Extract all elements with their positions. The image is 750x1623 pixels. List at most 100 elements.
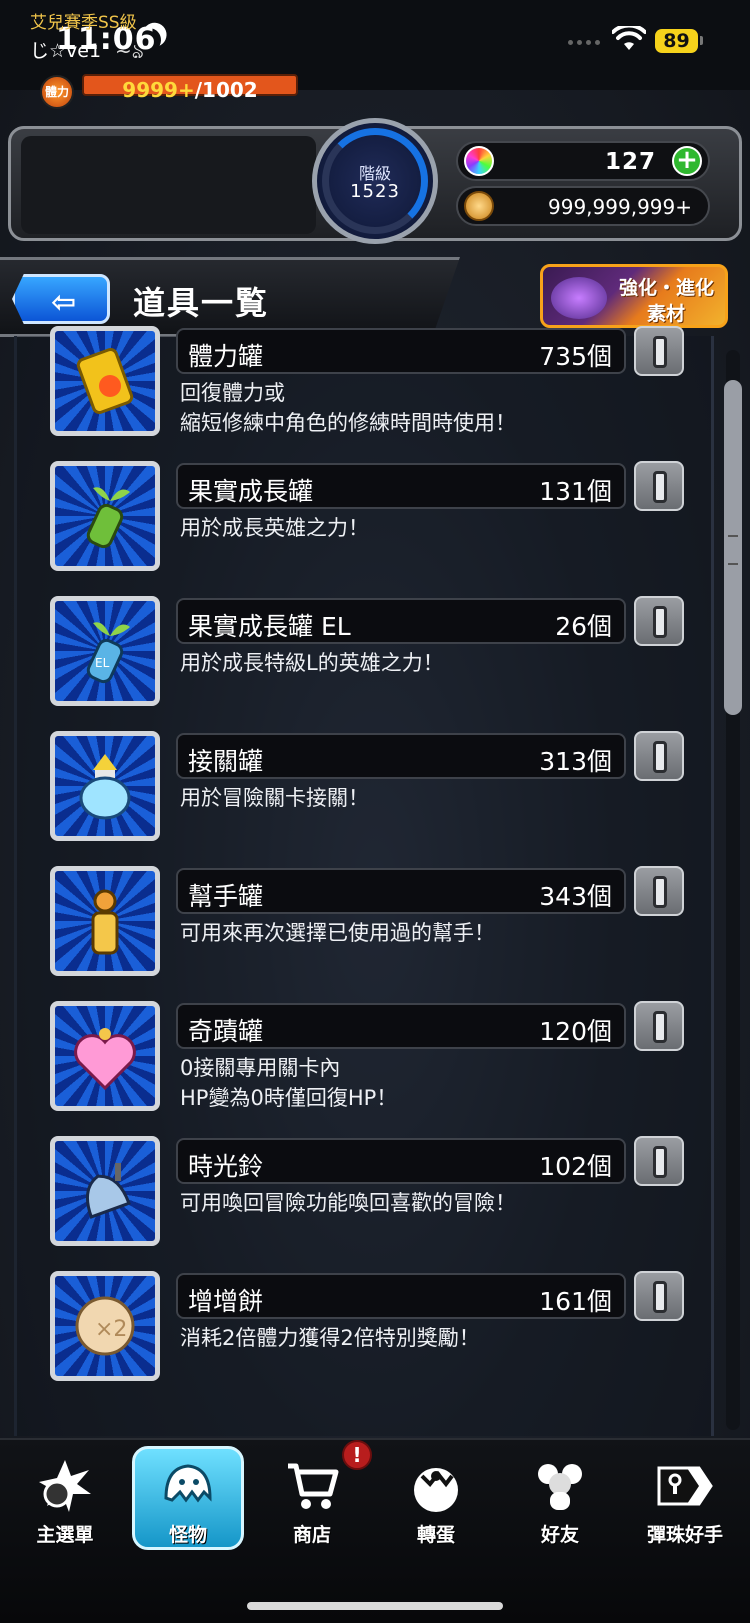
item-count: 343個 — [539, 882, 612, 911]
nav-label: 主選單 — [36, 1524, 94, 1546]
item-description: 消耗2倍體力獲得2倍特別獎勵！ — [180, 1323, 480, 1353]
info-button[interactable] — [634, 596, 684, 646]
item-count: 120個 — [539, 1017, 612, 1046]
wifi-icon — [612, 26, 646, 50]
gold-coin-icon — [464, 191, 494, 221]
nav-monster[interactable]: 怪物 — [128, 1458, 248, 1548]
item-description: 可用喚回冒險功能喚回喜歡的冒險！ — [180, 1188, 516, 1218]
info-button[interactable] — [634, 1001, 684, 1051]
double-cookie-icon: ×2 — [50, 1271, 160, 1381]
main-menu-icon — [39, 1460, 91, 1512]
fruit-growth-can-icon — [50, 461, 160, 571]
nav-label: 彈珠好手 — [646, 1524, 723, 1546]
info-button[interactable] — [634, 1136, 684, 1186]
item-name-bar: 果實成長罐 EL 26個 — [176, 598, 626, 644]
info-icon — [653, 1011, 667, 1043]
item-count: 161個 — [539, 1287, 612, 1316]
info-icon — [653, 741, 667, 773]
item-description: 回復體力或縮短修練中角色的修練時間時使用！ — [180, 378, 516, 438]
item-name: 體力罐 — [188, 342, 264, 371]
home-indicator[interactable] — [247, 1602, 503, 1610]
time-bell-icon — [50, 1136, 160, 1246]
info-button[interactable] — [634, 866, 684, 916]
item-description: 用於冒險關卡接關！ — [180, 783, 369, 813]
battery-indicator: 89 — [655, 29, 698, 53]
item-name: 幫手罐 — [188, 882, 264, 911]
nav-gacha[interactable]: 轉蛋 — [376, 1458, 496, 1548]
monster-icon — [164, 1464, 212, 1503]
item-description: 可用來再次選擇已使用過的幫手！ — [180, 918, 495, 948]
page-title: 道具一覧 — [133, 284, 270, 322]
swirl-icon: ~ঌ — [115, 39, 144, 63]
item-description: 用於成長英雄之力！ — [180, 513, 369, 543]
add-orb-button[interactable]: + — [672, 146, 702, 176]
nav-shop[interactable]: 商店 — [252, 1458, 372, 1548]
info-button[interactable] — [634, 1271, 684, 1321]
stamina-can-icon — [50, 326, 160, 436]
nav-label: 轉蛋 — [416, 1524, 455, 1546]
item-name: 時光鈴 — [188, 1152, 264, 1181]
description-line: HP變為0時僅回復HP！ — [180, 1086, 398, 1110]
description-line: 用於成長特級L的英雄之力！ — [180, 651, 444, 675]
cart-icon — [288, 1463, 339, 1509]
info-icon — [653, 336, 667, 368]
helper-can-icon — [50, 866, 160, 976]
info-button[interactable] — [634, 731, 684, 781]
orb-value: 127 — [604, 149, 656, 175]
upgrade-materials-button[interactable]: 強化・進化 素材 — [540, 264, 728, 328]
list-item[interactable]: 接關罐 313個 用於冒險關卡接關！ — [50, 731, 690, 861]
item-name-bar: 時光鈴 102個 — [176, 1138, 626, 1184]
description-line: 可用來再次選擇已使用過的幫手！ — [180, 921, 495, 945]
item-description: 用於成長特級L的英雄之力！ — [180, 648, 444, 678]
signal-icon — [568, 40, 600, 45]
list-item[interactable]: EL 果實成長罐 EL 26個 用於成長特級L的英雄之力！ — [50, 596, 690, 726]
description-line: 回復體力或 — [180, 381, 285, 405]
gacha-egg-icon — [414, 1468, 458, 1512]
description-line: 縮短修練中角色的修練時間時使用！ — [180, 411, 516, 435]
back-arrow-icon: ⇦ — [51, 285, 77, 320]
info-icon — [653, 606, 667, 638]
list-item[interactable]: 體力罐 735個 回復體力或 縮短修練中角色的修練時間時使用！ — [50, 326, 690, 456]
svg-text:EL: EL — [95, 656, 110, 670]
rank-value: 1523 — [350, 181, 400, 202]
item-name-bar: 奇蹟罐 120個 — [176, 1003, 626, 1049]
season-label: 艾兒賽季SS級 — [30, 13, 137, 33]
nav-label: 好友 — [540, 1524, 579, 1546]
nav-label: 怪物 — [168, 1524, 207, 1546]
player-info[interactable] — [21, 136, 316, 234]
nav-main-menu[interactable]: 主選單 — [5, 1458, 125, 1548]
info-button[interactable] — [634, 326, 684, 376]
stamina-text: 9999+/1002 — [82, 78, 298, 102]
info-icon — [653, 1281, 667, 1313]
miracle-can-icon — [50, 1001, 160, 1111]
list-item[interactable]: 果實成長罐 131個 用於成長英雄之力！ — [50, 461, 690, 591]
list-item[interactable]: 幫手罐 343個 可用來再次選擇已使用過的幫手！ — [50, 866, 690, 996]
description-line: 消耗2倍體力獲得2倍特別獎勵！ — [180, 1326, 480, 1350]
alert-badge: ! — [342, 1440, 372, 1470]
orb-icon — [464, 146, 494, 176]
description-line: 用於成長英雄之力！ — [180, 516, 369, 540]
battery-tip — [700, 36, 703, 45]
item-count: 313個 — [539, 747, 612, 776]
nav-pinball-ace[interactable]: 彈珠好手 — [625, 1458, 745, 1548]
friends-icon — [538, 1464, 582, 1510]
nav-friends[interactable]: 好友 — [500, 1458, 620, 1548]
upgrade-label-line2: 素材 — [647, 303, 686, 325]
info-icon — [653, 471, 667, 503]
item-name: 果實成長罐 EL — [188, 612, 351, 641]
item-count: 131個 — [539, 477, 612, 506]
upgrade-label-line1: 強化・進化 — [619, 277, 715, 299]
list-item[interactable]: 奇蹟罐 120個 0接關專用關卡內 HP變為0時僅回復HP！ — [50, 1001, 690, 1131]
item-count: 26個 — [555, 612, 612, 641]
scrollbar-grip-icon — [728, 535, 738, 565]
info-icon — [653, 1146, 667, 1178]
list-item[interactable]: 時光鈴 102個 可用喚回冒險功能喚回喜歡的冒險！ — [50, 1136, 690, 1266]
info-button[interactable] — [634, 461, 684, 511]
continue-can-icon — [50, 731, 160, 841]
gold-value: 999,999,999+ — [548, 195, 692, 219]
back-button[interactable]: ⇦ — [12, 274, 110, 324]
nav-label: 商店 — [292, 1524, 331, 1546]
description-line: 用於冒險關卡接關！ — [180, 786, 369, 810]
list-item[interactable]: ×2 增增餅 161個 消耗2倍體力獲得2倍特別獎勵！ — [50, 1271, 690, 1401]
pinball-ace-icon — [657, 1466, 713, 1506]
